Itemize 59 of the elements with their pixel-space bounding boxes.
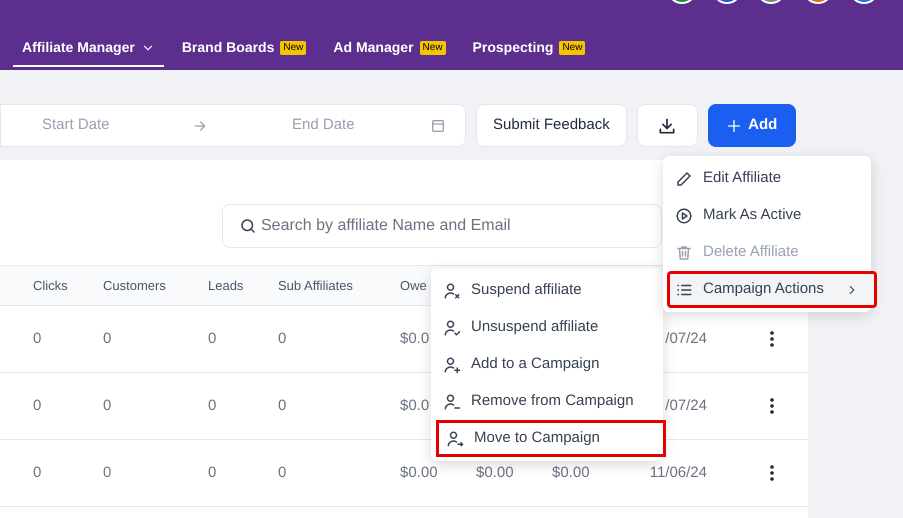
table-cell: $0.00 — [476, 464, 514, 481]
table-cell: 0 — [103, 396, 112, 414]
menu-item[interactable]: Unsuspend affiliate — [431, 309, 663, 346]
nav-tab[interactable]: Brand Boards New — [172, 30, 316, 67]
table-cell: 0 — [103, 330, 112, 347]
menu-item[interactable]: Add to a Campaign — [431, 346, 663, 383]
table-cell: $0.00 — [400, 464, 438, 481]
plus-icon — [726, 118, 742, 134]
menu-item[interactable]: Mark As Active — [667, 197, 867, 234]
submit-feedback-button[interactable]: Submit Feedback — [476, 104, 627, 147]
table-cell: 0 — [208, 330, 216, 347]
nav-tab[interactable]: Ad Manager New — [324, 30, 455, 67]
table-cell: 0 — [33, 464, 42, 481]
table-cell: 0 — [278, 464, 286, 481]
menu-item[interactable]: Suspend affiliate — [431, 272, 663, 309]
user-arrow-icon — [446, 430, 464, 448]
more-options-button[interactable] — [770, 331, 774, 347]
table-cell: 0 — [208, 396, 216, 414]
menu-item[interactable]: Campaign Actions — [667, 271, 877, 308]
menu-item[interactable]: Move to Campaign — [436, 420, 666, 457]
new-badge: New — [559, 40, 586, 54]
table-cell: 0 — [278, 330, 286, 347]
search-field[interactable]: Search by affiliate Name and Email — [222, 204, 662, 248]
table-cell: 0 — [208, 464, 216, 481]
download-button[interactable] — [636, 104, 698, 147]
table-cell: /07/24 — [665, 396, 707, 414]
column-header: Owe — [400, 278, 427, 293]
table-cell: 0 — [278, 396, 286, 414]
search-icon — [239, 217, 257, 235]
user-check-icon — [443, 318, 461, 336]
pencil-icon — [675, 170, 693, 188]
table-cell: $0.0 — [400, 396, 430, 414]
nav-tab[interactable]: Prospecting New — [464, 30, 594, 67]
table-cell: $0.0 — [400, 330, 430, 347]
user-minus-icon — [443, 392, 461, 410]
more-options-button[interactable] — [770, 398, 774, 414]
column-header: Sub Affiliates — [278, 278, 353, 293]
menu-item[interactable]: Edit Affiliate — [667, 160, 867, 197]
column-header: Customers — [103, 278, 166, 293]
trash-icon — [675, 244, 693, 262]
table-cell: 11/06/24 — [650, 464, 707, 481]
table-cell: $0.00 — [552, 464, 590, 481]
more-options-button[interactable] — [770, 465, 774, 481]
table-cell: 0 — [103, 464, 112, 481]
column-header: Clicks — [33, 278, 68, 293]
new-badge: New — [420, 40, 446, 54]
column-header: Leads — [208, 278, 244, 293]
nav-tab[interactable]: Affiliate Manager — [13, 30, 164, 67]
new-badge: New — [280, 40, 306, 54]
user-x-icon — [443, 282, 461, 300]
add-button[interactable]: Add — [708, 104, 796, 147]
calendar-icon — [430, 118, 446, 134]
table-cell: /07/24 — [665, 330, 707, 347]
menu-item[interactable]: Remove from Campaign — [431, 383, 663, 420]
download-icon — [657, 116, 678, 136]
play-circle-icon — [675, 206, 693, 224]
table-cell: 0 — [33, 330, 42, 347]
user-plus-icon — [443, 356, 461, 374]
table-cell: 0 — [33, 396, 42, 414]
